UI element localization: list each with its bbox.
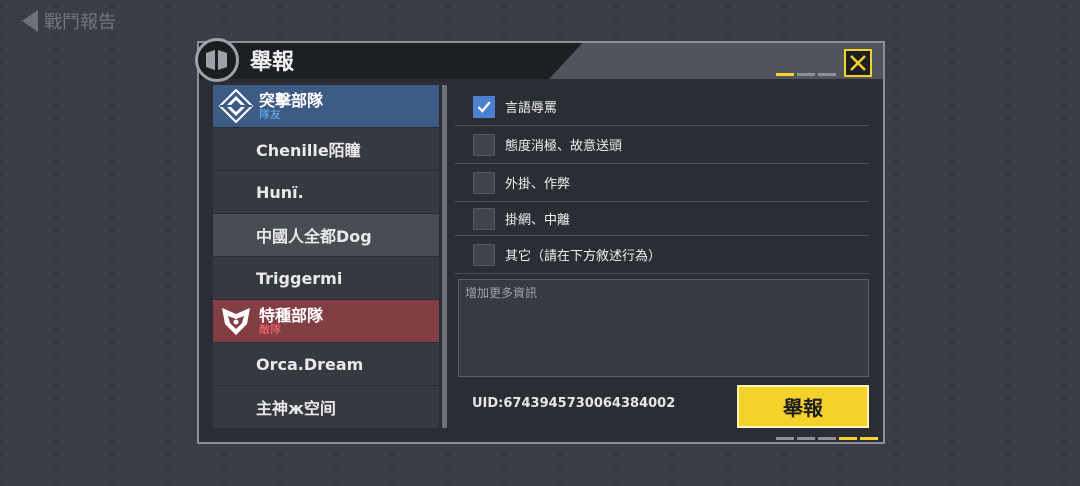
page-dots-top	[776, 73, 836, 76]
report-reasons: 言語辱罵 態度消極、故意送頭 外掛、作弊 掛網、中離 其它（請在下方敘述行為）	[455, 88, 869, 274]
reason-label: 掛網、中離	[505, 213, 571, 228]
team-role: 隊友	[259, 107, 281, 121]
reason-label: 態度消極、故意送頭	[505, 139, 623, 154]
checkbox[interactable]	[473, 171, 495, 194]
reason-option[interactable]: 其它（請在下方敘述行為）	[455, 236, 869, 274]
team-header-enemy: 特種部隊 敵隊	[213, 300, 439, 342]
reason-option[interactable]: 掛網、中離	[455, 202, 869, 236]
report-button[interactable]: 舉報	[737, 385, 869, 428]
close-button[interactable]	[844, 49, 872, 77]
uid-text: UID:6743945730064384002	[472, 396, 676, 411]
assault-team-icon	[219, 89, 253, 123]
back-title: 戰鬥報告	[44, 12, 116, 33]
close-icon	[850, 55, 866, 71]
player-item[interactable]: 主神ж空间	[213, 386, 439, 428]
team-name: 特種部隊	[259, 305, 324, 325]
checkbox-checked[interactable]	[473, 95, 495, 118]
player-item[interactable]: Triggermi	[213, 257, 439, 299]
dialog-title: 舉報	[250, 50, 295, 75]
page-dots-bottom	[776, 437, 878, 440]
reason-label: 外掛、作弊	[505, 177, 571, 192]
team-role: 敵隊	[259, 322, 281, 336]
reason-option[interactable]: 態度消極、故意送頭	[455, 126, 869, 164]
player-list-scrollbar[interactable]	[442, 85, 447, 428]
back-button[interactable]: 戰鬥報告	[22, 8, 116, 34]
checkbox[interactable]	[473, 243, 495, 266]
reason-option[interactable]: 外掛、作弊	[455, 164, 869, 202]
reason-label: 其它（請在下方敘述行為）	[505, 249, 662, 264]
special-forces-icon	[219, 304, 253, 338]
checkbox[interactable]	[473, 133, 495, 156]
checkbox[interactable]	[473, 207, 495, 230]
player-item[interactable]: Hunï.	[213, 171, 439, 213]
checkmark-icon	[477, 100, 491, 113]
player-item[interactable]: Chenille陌瞳	[213, 128, 439, 170]
team-name: 突擊部隊	[259, 90, 324, 110]
back-arrow-icon	[22, 10, 38, 32]
player-item[interactable]: Orca.Dream	[213, 343, 439, 385]
reason-option[interactable]: 言語辱罵	[455, 88, 869, 126]
team-header-ally: 突擊部隊 隊友	[213, 85, 439, 127]
reason-label: 言語辱罵	[505, 101, 558, 116]
player-item-selected[interactable]: 中國人全都Dog	[213, 214, 439, 256]
player-list[interactable]: 突擊部隊 隊友 Chenille陌瞳 Hunï. 中國人全都Dog Trigge…	[213, 85, 439, 428]
more-info-input[interactable]	[458, 279, 869, 377]
report-emblem-icon	[195, 38, 239, 82]
